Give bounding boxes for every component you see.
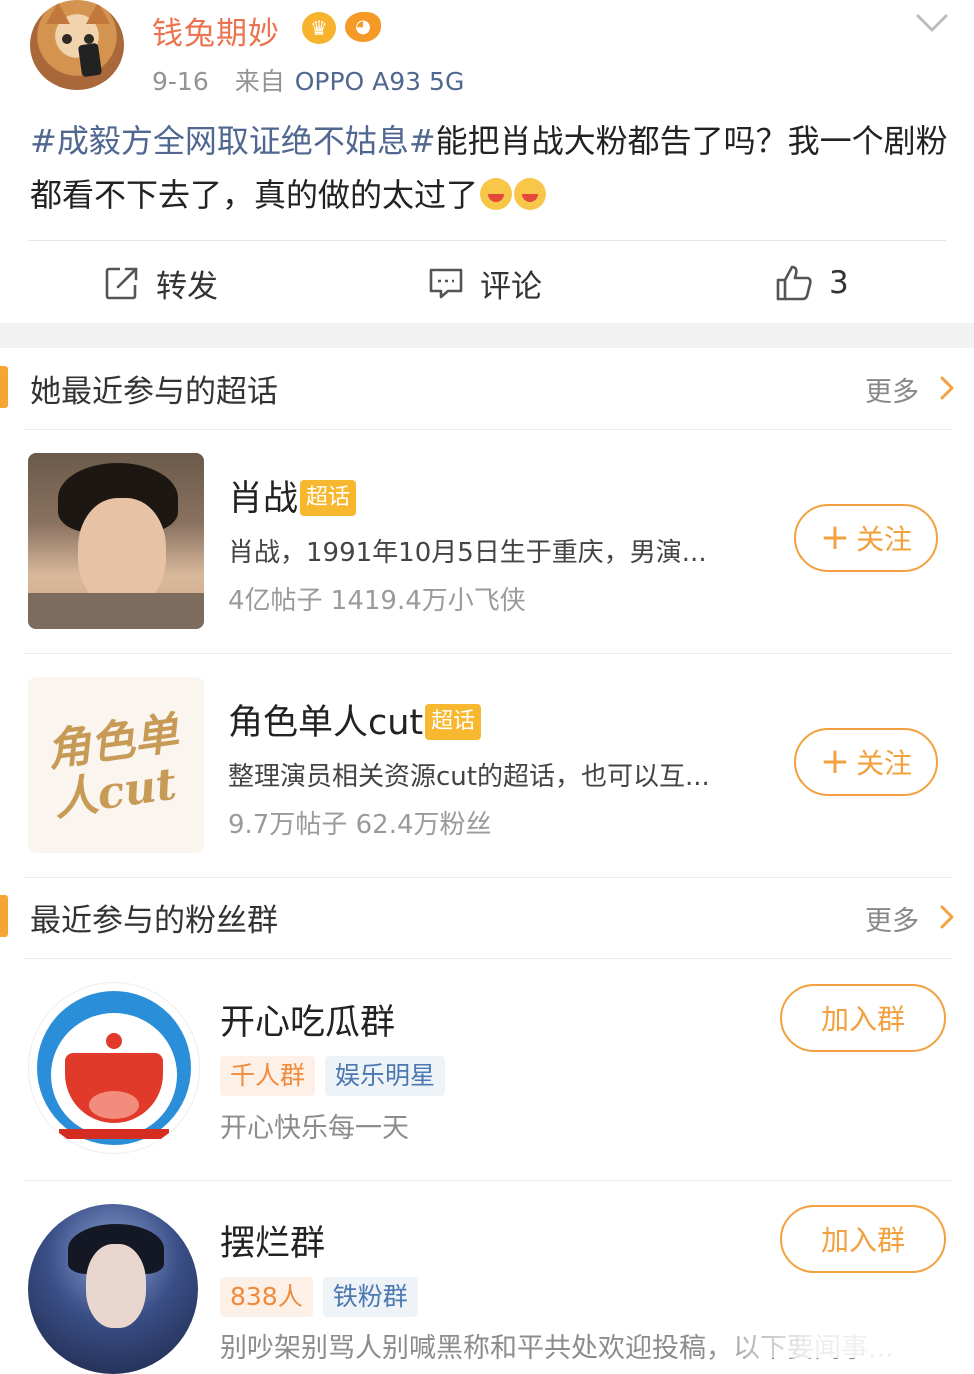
avatar-nose [106, 1033, 122, 1049]
join-group-button[interactable]: 加入群 [780, 1205, 946, 1273]
avatar-collar [59, 1129, 169, 1139]
follow-button[interactable]: + 关注 [794, 728, 938, 796]
group-chips: 千人群 娱乐明星 [220, 1056, 455, 1096]
chevron-right-icon[interactable] [938, 374, 956, 402]
plus-icon: + [819, 741, 851, 782]
section-separator [0, 323, 974, 348]
join-group-button[interactable]: 加入群 [780, 984, 946, 1052]
fish-badge-icon[interactable]: ◕ [345, 12, 381, 42]
crown-badge-icon[interactable]: ♛ [302, 12, 336, 44]
topic-stats: 9.7万帖子 62.4万粉丝 [228, 810, 492, 840]
chaohua-tag: 超话 [300, 480, 357, 516]
topic-name-text: 肖战 [228, 479, 299, 519]
group-name[interactable]: 摆烂群 [220, 1215, 325, 1266]
follow-label: 关注 [856, 523, 913, 556]
topic-name[interactable]: 角色单人cut 超话 [228, 694, 482, 745]
avatar-ear-left [46, 2, 70, 24]
comment-button[interactable]: 评论 [428, 258, 542, 308]
group-size-chip: 千人群 [220, 1056, 316, 1096]
chevron-down-icon[interactable] [912, 4, 952, 44]
drool-emoji-icon [480, 178, 513, 210]
like-count: 3 [829, 265, 849, 301]
divider [24, 958, 952, 959]
topic-description: 肖战，1991年10月5日生于重庆，男演... [228, 538, 707, 568]
group-avatar[interactable] [28, 982, 200, 1154]
divider [24, 877, 952, 878]
topic-description: 整理演员相关资源cut的超话，也可以互... [228, 762, 710, 792]
topic-stats: 4亿帖子 1419.4万小飞侠 [228, 586, 526, 616]
post-hashtag[interactable]: #成毅方全网取证绝不姑息# [30, 122, 436, 160]
drool-emoji-icon [514, 178, 547, 210]
avatar-phone [77, 42, 103, 78]
divider [24, 1180, 952, 1181]
super-topics-title: 她最近参与的超话 [30, 374, 278, 410]
group-description: 开心快乐每一天 [220, 1113, 409, 1144]
group-size-chip: 838人 [220, 1277, 313, 1317]
post-author-name[interactable]: 钱兔期妙 [152, 8, 280, 53]
avatar-tongue [89, 1091, 139, 1119]
post-date: 9-16 [152, 67, 209, 96]
topic-thumbnail[interactable]: 角色单人cut [28, 677, 204, 853]
comment-icon [429, 268, 463, 299]
repost-label: 转发 [156, 268, 218, 305]
post-source-prefix: 来自 [234, 67, 285, 96]
post-divider [28, 240, 946, 241]
group-chips: 838人 铁粉群 [220, 1277, 428, 1317]
fan-groups-more-link[interactable]: 更多 [865, 899, 919, 938]
section-accent-bar [0, 895, 8, 937]
post-author-avatar[interactable] [30, 0, 124, 90]
group-category-chip: 铁粉群 [322, 1277, 418, 1317]
section-accent-bar [0, 366, 8, 408]
thumb-shirt [28, 593, 204, 629]
topic-thumbnail[interactable] [28, 453, 204, 629]
group-name[interactable]: 开心吃瓜群 [220, 994, 395, 1045]
like-button[interactable]: 3 [775, 258, 849, 308]
thumbs-up-icon [776, 265, 812, 301]
repost-button[interactable]: 转发 [104, 258, 218, 308]
repost-icon [105, 267, 138, 300]
post-body: #成毅方全网取证绝不姑息#能把肖战大粉都告了吗？我一个剧粉都看不下去了，真的做的… [30, 114, 950, 222]
follow-label: 关注 [856, 747, 913, 780]
divider [24, 653, 952, 654]
topic-name[interactable]: 肖战 超话 [228, 470, 357, 521]
chaohua-tag: 超话 [425, 704, 482, 740]
divider [24, 429, 952, 430]
thumb-calligraphy: 角色单人cut [43, 707, 182, 827]
avatar-ear-right [86, 2, 110, 24]
chevron-right-icon[interactable] [938, 903, 956, 931]
follow-button[interactable]: + 关注 [794, 504, 938, 572]
comment-label: 评论 [480, 268, 542, 305]
avatar-eye-left [62, 34, 72, 44]
avatar-face [86, 1244, 146, 1328]
topic-name-text: 角色单人cut [228, 703, 424, 743]
super-topics-more-link[interactable]: 更多 [865, 370, 919, 409]
thumb-face [78, 498, 166, 608]
group-category-chip: 娱乐明星 [325, 1056, 446, 1096]
plus-icon: + [819, 517, 851, 558]
text-fade-overlay [700, 1318, 974, 1358]
fan-groups-title: 最近参与的粉丝群 [30, 903, 278, 939]
post-meta: 9-16 来自 OPPO A93 5G [152, 62, 464, 98]
group-avatar[interactable] [28, 1204, 198, 1374]
post-source-device[interactable]: OPPO A93 5G [295, 67, 465, 96]
